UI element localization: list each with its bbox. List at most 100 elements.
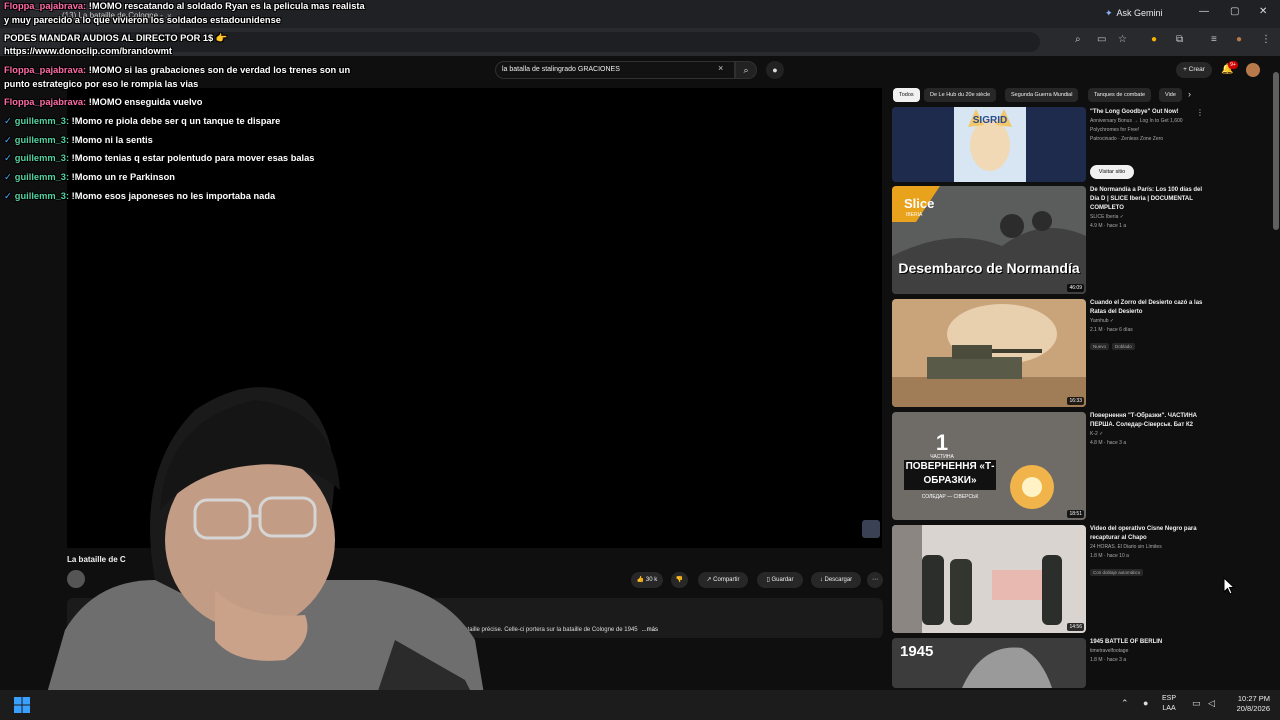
- sidebar-item-ad[interactable]: "The Long Goodbye" Out Now! Anniversary …: [1090, 108, 1205, 144]
- chat-message: ✓ guillemm_3: !Momo tenias q estar polent…: [4, 153, 314, 164]
- chat-badge-icon: ✓: [4, 153, 12, 163]
- minimize-button[interactable]: —: [1199, 6, 1209, 17]
- filter-chip[interactable]: Segunda Guerra Mundial: [1005, 88, 1079, 102]
- sidebar-item-sponsor: Patrocinado · Zenless Zone Zero: [1090, 136, 1164, 142]
- sidebar-item-title: De Normandía a París: Los 100 días del D…: [1090, 187, 1203, 211]
- chat-message: Floppa_pajabrava: !MOMO rescatando al so…: [4, 1, 365, 11]
- chat-text: !Momo tenias q estar polentudo para move…: [71, 153, 315, 163]
- windows-start-icon[interactable]: [14, 697, 30, 713]
- language-indicator[interactable]: ESP LAA: [1162, 694, 1176, 714]
- download-icon: ↓: [819, 577, 823, 583]
- create-button[interactable]: + Crear: [1176, 62, 1212, 78]
- chat-message: ✓ guillemm_3: !Momo re piola debe ser q u…: [4, 116, 280, 127]
- thumbnail-brand: Slice: [904, 196, 934, 211]
- clock-date: 20/8/2026: [1236, 704, 1270, 713]
- filter-chip[interactable]: Todos: [893, 88, 920, 102]
- filter-chip[interactable]: Tanques de combate: [1088, 88, 1152, 102]
- user-avatar[interactable]: [1246, 63, 1260, 77]
- share-button[interactable]: ↗ Compartir: [698, 572, 748, 588]
- player-channel-watermark[interactable]: [862, 520, 880, 538]
- chat-text: !Momo ni la sentis: [71, 135, 153, 145]
- like-count: 30 k: [645, 577, 658, 583]
- sidebar-item-channel: K-2 ✓: [1090, 431, 1104, 437]
- thumbnail-text: 1945: [900, 643, 933, 660]
- clear-search-icon[interactable]: ×: [718, 63, 723, 73]
- chat-badge-icon: ✓: [4, 191, 12, 201]
- browser-menu-icon[interactable]: ⋮: [1261, 34, 1271, 45]
- like-button[interactable]: 👍 30 k: [631, 572, 663, 588]
- sidebar-thumbnail-zorro[interactable]: 16:33: [892, 299, 1086, 407]
- maximize-button[interactable]: ▢: [1230, 6, 1239, 17]
- thumbs-up-icon: 👍: [636, 577, 645, 583]
- chat-text: !Momo esos japoneses no les importaba na…: [71, 191, 276, 201]
- chat-message: ✓ guillemm_3: !Momo ni la sentis: [4, 135, 153, 146]
- visit-site-button[interactable]: Visitar sitio: [1090, 165, 1134, 179]
- search-button[interactable]: ⌕: [735, 61, 757, 79]
- bookmark-icon: ▯: [766, 577, 770, 583]
- scrollbar-thumb[interactable]: [1273, 72, 1279, 230]
- filter-chip[interactable]: De Le Hub du 20e siècle: [924, 88, 997, 102]
- voice-search-button[interactable]: ●: [766, 61, 784, 79]
- zoom-icon[interactable]: ⌕: [1075, 34, 1081, 45]
- thumbnail-text: Desembarco de Normandía: [898, 262, 1080, 276]
- chat-message: Floppa_pajabrava: !MOMO si las grabacion…: [4, 65, 350, 75]
- thumbnail-brand-sub: IBERIA: [906, 212, 923, 218]
- download-button[interactable]: ↓ Descargar: [811, 572, 861, 588]
- chat-badge-icon: ✓: [4, 135, 12, 145]
- bookmark-star-icon[interactable]: ☆: [1118, 34, 1127, 45]
- sidebar-item-stats: 4.8 M · hace 3 a: [1090, 440, 1127, 446]
- chat-username: guillemm_3:: [14, 135, 70, 145]
- chips-next-icon[interactable]: ›: [1188, 89, 1191, 99]
- more-actions-button[interactable]: ⋯: [867, 572, 883, 588]
- ad-thumbnail[interactable]: SIGRID: [892, 107, 1086, 182]
- dubbed-badge: Doblado: [1112, 343, 1135, 350]
- dislike-button[interactable]: 👎: [671, 572, 688, 588]
- sidebar-item-stats: 2.1 M · hace 6 días: [1090, 327, 1133, 333]
- sidebar-item-subtitle: Anniversary Bonus → Log In to Get 1,600 …: [1090, 118, 1183, 133]
- sidebar-item-normandia[interactable]: De Normandía a París: Los 100 días del D…: [1090, 186, 1205, 231]
- extension-icon[interactable]: ●: [1151, 34, 1157, 45]
- sidebar-item-stats: 1.8 M · hace 10 a: [1090, 553, 1129, 559]
- profile-icon[interactable]: ●: [1236, 34, 1242, 45]
- sidebar-item-title: Cuando el Zorro del Desierto cazó a las …: [1090, 300, 1203, 315]
- chat-text: PODES MANDAR AUDIOS AL DIRECTO POR 1$ 👉: [4, 33, 228, 43]
- share-icon: ↗: [706, 577, 712, 583]
- tray-overflow-icon[interactable]: ⌃: [1121, 698, 1129, 709]
- chat-username: guillemm_3:: [14, 172, 70, 182]
- sidebar-thumbnail-normandia[interactable]: Slice IBERIA Desembarco de Normandía 46:…: [892, 186, 1086, 294]
- taskbar-clock[interactable]: 10:27 PM 20/8/2026: [1226, 694, 1270, 714]
- sidebar-item-channel: timetravelfootage: [1090, 648, 1129, 654]
- sidebar-item-zorro[interactable]: Cuando el Zorro del Desierto cazó a las …: [1090, 299, 1205, 353]
- save-button[interactable]: ▯ Guardar: [757, 572, 803, 588]
- extensions-puzzle-icon[interactable]: ⧉: [1176, 34, 1183, 45]
- streamer-webcam: [45, 387, 485, 700]
- thumbnail-art: [892, 299, 1086, 407]
- filter-chip[interactable]: Vide: [1159, 88, 1182, 102]
- ask-gemini-button[interactable]: ✦ Ask Gemini: [1105, 5, 1175, 22]
- chat-username: guillemm_3:: [14, 191, 70, 201]
- search-input[interactable]: la batalla de stalingrado GRACIONES: [495, 61, 735, 79]
- sidebar-thumbnail-berlin[interactable]: 1945: [892, 638, 1086, 688]
- sidebar-thumbnail-t-obrazky[interactable]: 1 ЧАСТИНА ПОВЕРНЕННЯ «Т-ОБРАЗКИ» СОЛЕДАР…: [892, 412, 1086, 520]
- network-icon[interactable]: ▭: [1192, 698, 1201, 709]
- show-more-link[interactable]: ...más: [642, 627, 658, 633]
- volume-icon[interactable]: ◁: [1208, 698, 1215, 709]
- windows-taskbar: [0, 690, 1280, 720]
- media-control-icon[interactable]: ≡: [1211, 34, 1217, 45]
- sidebar-item-t-obrazky[interactable]: Повернення "Т-Образки". ЧАСТИНА ПЕРША. С…: [1090, 412, 1205, 448]
- chat-username: guillemm_3:: [14, 116, 70, 126]
- microphone-tray-icon[interactable]: ●: [1143, 698, 1148, 708]
- chat-text: !Momo un re Parkinson: [71, 172, 175, 182]
- chat-username: Floppa_pajabrava:: [4, 97, 87, 107]
- chat-badge-icon: ✓: [4, 116, 12, 126]
- ad-menu-icon[interactable]: ⋮: [1196, 108, 1204, 117]
- sidebar-item-cisne-negro[interactable]: Video del operativo Cisne Negro para rec…: [1090, 525, 1205, 579]
- sidebar-item-channel: Yarnhub ✓: [1090, 318, 1115, 324]
- cast-icon[interactable]: ▭: [1097, 34, 1106, 45]
- sidebar-thumbnail-cisne-negro[interactable]: 14:56: [892, 525, 1086, 633]
- video-duration: 16:33: [1067, 397, 1084, 405]
- notifications-badge: 9+: [1228, 61, 1238, 69]
- sidebar-item-berlin[interactable]: 1945 BATTLE OF BERLIN timetravelfootage …: [1090, 638, 1205, 665]
- close-window-button[interactable]: ✕: [1259, 6, 1267, 17]
- chat-message: Floppa_pajabrava: !MOMO enseguida vuelvo: [4, 97, 202, 107]
